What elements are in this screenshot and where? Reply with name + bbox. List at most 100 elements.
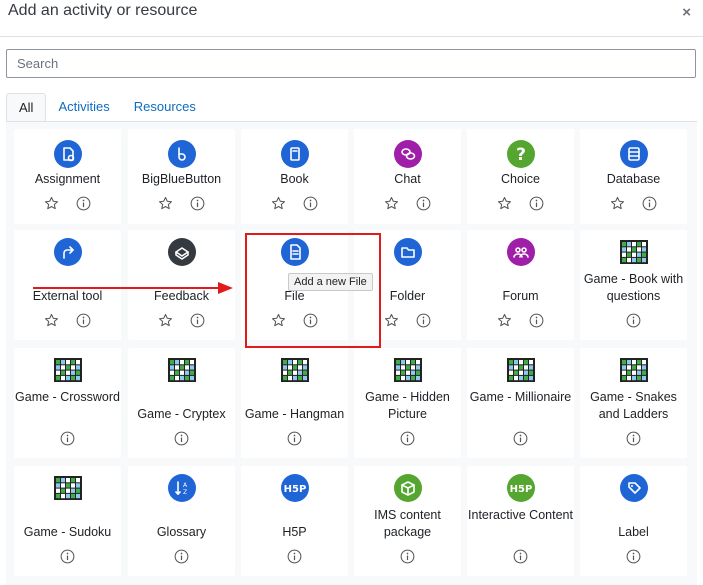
star-icon[interactable] [158,196,173,211]
star-icon[interactable] [384,196,399,211]
info-icon[interactable] [60,549,75,564]
forum-icon [507,238,535,266]
tile-game-crossword[interactable]: Game - Crossword [14,348,121,458]
svg-text:Z: Z [183,489,187,496]
tab-resources[interactable]: Resources [122,93,208,122]
tile-label: IMS content package [374,508,441,539]
game-board-icon [507,356,535,384]
game-board-icon [281,356,309,384]
tile-label: Book [280,172,309,186]
info-icon[interactable] [513,549,528,564]
tile-book[interactable]: Book [241,129,348,224]
svg-text:?: ? [516,145,526,165]
star-icon[interactable] [44,313,59,328]
info-icon[interactable] [303,196,318,211]
tile-label: Choice [501,172,540,186]
info-icon[interactable] [174,549,189,564]
tile-game-hidden-picture[interactable]: Game - Hidden Picture [354,348,461,458]
game-board-icon [168,356,196,384]
tile-label: Assignment [34,172,101,186]
tile-glossary[interactable]: A Z Glossary [128,466,235,576]
star-icon[interactable] [497,196,512,211]
dialog-title: Add an activity or resource [8,2,198,19]
info-icon[interactable] [174,431,189,446]
tile-game-cryptex[interactable]: Game - Cryptex [128,348,235,458]
chat-icon [394,140,422,168]
tile-label: Game - Millionaire [469,390,572,404]
close-icon[interactable]: × [682,4,691,21]
info-icon[interactable] [76,196,91,211]
tile-label: Chat [394,172,421,186]
tile-label: Game - Book with questions [583,272,684,303]
info-icon[interactable] [642,196,657,211]
star-icon[interactable] [44,196,59,211]
star-icon[interactable] [497,313,512,328]
annotation-arrow-icon [33,282,233,294]
star-icon[interactable] [271,196,286,211]
tile-game-millionaire[interactable]: Game - Millionaire [467,348,574,458]
database-icon [620,140,648,168]
info-icon[interactable] [416,196,431,211]
info-icon[interactable] [76,313,91,328]
assignment-icon [54,140,82,168]
h5p-icon: H5P [507,474,535,502]
tile-label: Forum [502,289,539,303]
info-icon[interactable] [529,313,544,328]
tile-label: Game - Snakes and Ladders [590,390,677,421]
search-input[interactable] [6,49,696,78]
tile-bigbluebutton[interactable]: BigBlueButton [128,129,235,224]
tile-label: Game - Hidden Picture [365,390,450,421]
game-board-icon [620,238,648,266]
glossary-icon: AZ [168,474,196,502]
info-icon[interactable] [287,431,302,446]
tile-label: Glossary [156,525,207,539]
dialog-header: Add an activity or resource × [0,0,703,37]
info-icon[interactable] [626,431,641,446]
info-icon[interactable] [529,196,544,211]
tile-label: BigBlueButton [141,172,222,186]
tab-all[interactable]: All [6,93,47,122]
tile-game-snakes-and-ladders[interactable]: Game - Snakes and Ladders [580,348,687,458]
tile-game-sudoku[interactable]: Game - Sudoku [14,466,121,576]
svg-text:H5P: H5P [510,484,533,495]
tile-label[interactable]: Label [580,466,687,576]
tile-forum[interactable]: Forum [467,230,574,340]
star-icon[interactable] [610,196,625,211]
bigbluebutton-icon [168,140,196,168]
tile-label: Game - Cryptex [137,407,226,421]
info-icon[interactable] [626,549,641,564]
choice-icon: ? [507,140,535,168]
tile-ims-content-package[interactable]: IMS content package [354,466,461,576]
info-icon[interactable] [400,431,415,446]
info-icon[interactable] [287,549,302,564]
tile-label: Game - Sudoku [23,525,112,539]
info-icon[interactable] [626,313,641,328]
tile-game-book-with-questions[interactable]: Game - Book with questions [580,230,687,340]
tile-assignment[interactable]: Assignment [14,129,121,224]
tile-chat[interactable]: Chat [354,129,461,224]
tile-interactive-content[interactable]: H5P Interactive Content [467,466,574,576]
h5p-icon: H5P [281,474,309,502]
info-icon[interactable] [60,431,75,446]
tile-game-hangman[interactable]: Game - Hangman [241,348,348,458]
game-board-icon [620,356,648,384]
star-icon[interactable] [158,313,173,328]
tile-choice[interactable]: ? Choice [467,129,574,224]
info-icon[interactable] [190,196,205,211]
info-icon[interactable] [400,549,415,564]
tile-label: H5P [282,525,307,539]
info-icon[interactable] [513,431,528,446]
tooltip: Add a new File [288,273,373,291]
tab-bar: All Activities Resources [6,93,208,122]
info-icon[interactable] [416,313,431,328]
svg-text:H5P: H5P [284,484,307,495]
game-board-icon [54,474,82,502]
star-icon[interactable] [384,313,399,328]
info-icon[interactable] [190,313,205,328]
tile-label: Game - Crossword [15,390,120,404]
tab-activities[interactable]: Activities [46,93,121,122]
tile-database[interactable]: Database [580,129,687,224]
tile-h5p[interactable]: H5P H5P [241,466,348,576]
tile-label: Label [618,525,649,539]
game-board-icon [54,356,82,384]
